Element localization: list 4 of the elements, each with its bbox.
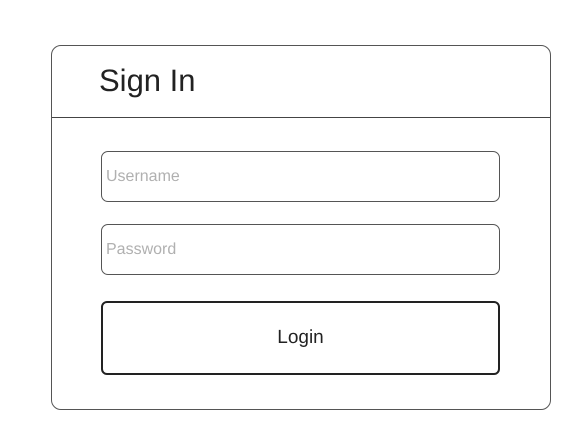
input-field[interactable]: Username: [101, 151, 500, 202]
login-button[interactable]: Login: [101, 301, 500, 375]
card-title: Sign In: [99, 62, 196, 100]
input-field[interactable]: Password: [101, 224, 500, 275]
